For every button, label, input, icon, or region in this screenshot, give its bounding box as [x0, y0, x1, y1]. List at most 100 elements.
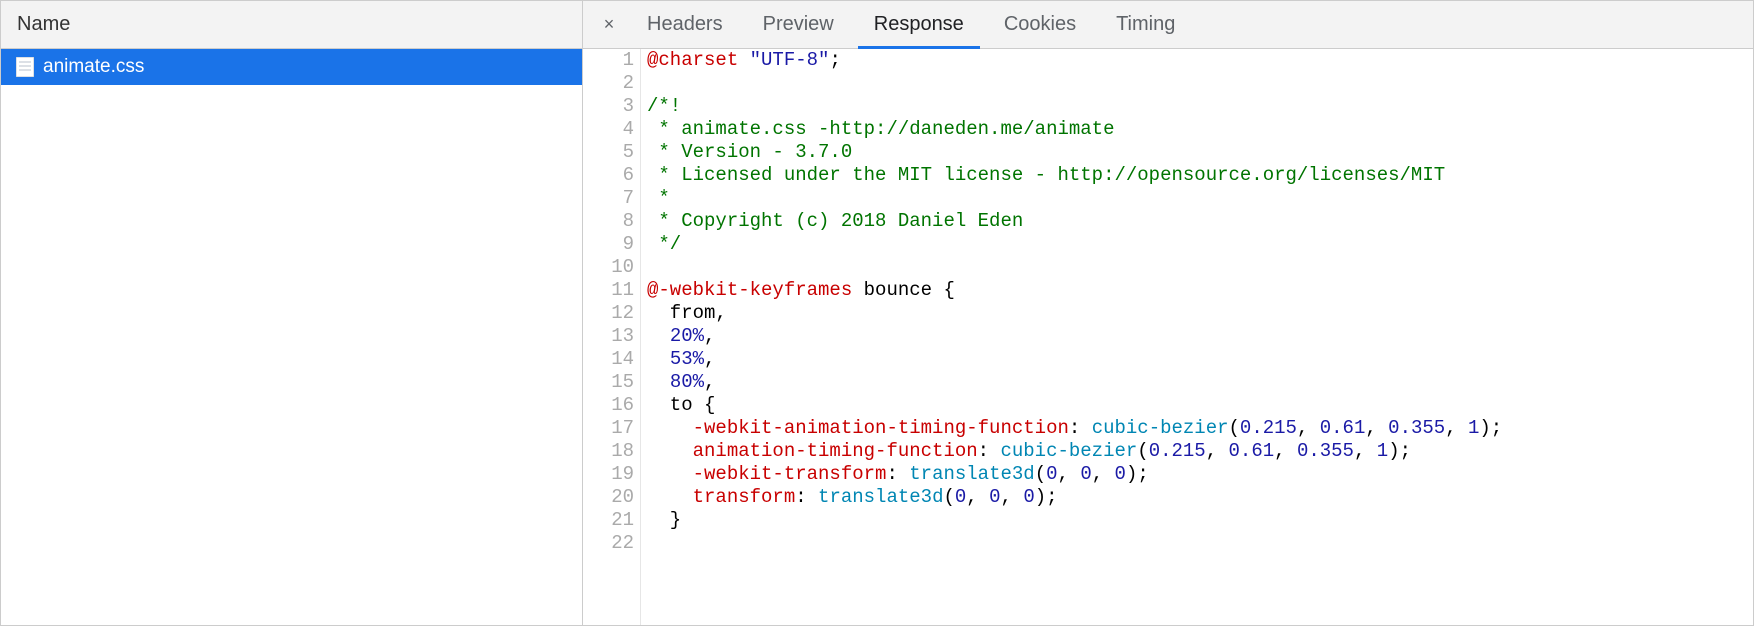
line-number: 6 — [583, 164, 634, 187]
code-token: ); — [1035, 486, 1058, 508]
code-token: "UTF-8" — [750, 49, 830, 71]
code-token: ); — [1479, 417, 1502, 439]
name-column-header[interactable]: Name — [1, 1, 582, 49]
close-icon[interactable]: × — [591, 1, 627, 48]
code-line: 80%, — [647, 371, 1502, 394]
code-token: 0 — [955, 486, 966, 508]
line-number: 11 — [583, 279, 634, 302]
code-token: 0.215 — [1240, 417, 1297, 439]
code-token — [738, 49, 749, 71]
tab-timing[interactable]: Timing — [1096, 1, 1195, 48]
code-token: , — [1206, 440, 1229, 462]
stylesheet-file-icon — [15, 57, 35, 77]
code-token: , — [1058, 463, 1081, 485]
code-token: ( — [943, 486, 954, 508]
code-token: from, — [647, 302, 727, 324]
code-token: , — [1354, 440, 1377, 462]
code-token: , — [1365, 417, 1388, 439]
line-number: 4 — [583, 118, 634, 141]
code-line: -webkit-animation-timing-function: cubic… — [647, 417, 1502, 440]
code-token: , — [1297, 417, 1320, 439]
code-token: , — [704, 348, 715, 370]
code-token: translate3d — [909, 463, 1034, 485]
code-line: * Licensed under the MIT license - http:… — [647, 164, 1502, 187]
code-token: bounce { — [852, 279, 955, 301]
tab-cookies[interactable]: Cookies — [984, 1, 1096, 48]
line-number: 22 — [583, 532, 634, 555]
code-token: transform — [693, 486, 796, 508]
code-token: ( — [1229, 417, 1240, 439]
code-line — [647, 72, 1502, 95]
code-token: @-webkit-keyframes — [647, 279, 852, 301]
code-token: translate3d — [818, 486, 943, 508]
code-token: -webkit-transform — [693, 463, 887, 485]
code-token: * Copyright (c) 2018 Daniel Eden — [647, 210, 1023, 232]
code-token: ( — [1035, 463, 1046, 485]
code-token: : — [978, 440, 1001, 462]
code-token: 53% — [670, 348, 704, 370]
code-token — [647, 417, 693, 439]
code-token: 80% — [670, 371, 704, 393]
response-code-area[interactable]: 12345678910111213141516171819202122 @cha… — [583, 49, 1753, 625]
code-token: * — [647, 187, 670, 209]
code-token: } — [647, 509, 681, 531]
line-number: 8 — [583, 210, 634, 233]
line-number: 3 — [583, 95, 634, 118]
line-number: 12 — [583, 302, 634, 325]
line-number: 16 — [583, 394, 634, 417]
code-token: cubic-bezier — [1000, 440, 1137, 462]
code-token: -webkit-animation-timing-function — [693, 417, 1069, 439]
code-line: * Copyright (c) 2018 Daniel Eden — [647, 210, 1502, 233]
line-number: 7 — [583, 187, 634, 210]
code-line: * Version - 3.7.0 — [647, 141, 1502, 164]
code-token: : — [1069, 417, 1092, 439]
code-token: , — [1001, 486, 1024, 508]
code-token: 0 — [989, 486, 1000, 508]
code-token: 0 — [1115, 463, 1126, 485]
code-token: animation-timing-function — [693, 440, 978, 462]
code-line — [647, 256, 1502, 279]
tab-headers[interactable]: Headers — [627, 1, 743, 48]
request-list-pane: Name animate.css — [1, 1, 583, 625]
code-line: to { — [647, 394, 1502, 417]
devtools-network-panel: Name animate.css × HeadersPreviewRespons… — [1, 1, 1753, 625]
code-line: @charset "UTF-8"; — [647, 49, 1502, 72]
code-token — [647, 440, 693, 462]
code-line: * — [647, 187, 1502, 210]
tab-response[interactable]: Response — [854, 1, 984, 48]
line-number: 1 — [583, 49, 634, 72]
code-line: * animate.css -http://daneden.me/animate — [647, 118, 1502, 141]
code-token: 0.355 — [1297, 440, 1354, 462]
line-number-gutter: 12345678910111213141516171819202122 — [583, 49, 641, 625]
code-line: */ — [647, 233, 1502, 256]
line-number: 9 — [583, 233, 634, 256]
detail-tabs-bar: × HeadersPreviewResponseCookiesTiming — [583, 1, 1753, 49]
code-line: /*! — [647, 95, 1502, 118]
code-token: 0 — [1023, 486, 1034, 508]
detail-pane: × HeadersPreviewResponseCookiesTiming 12… — [583, 1, 1753, 625]
code-token — [647, 463, 693, 485]
code-token: , — [1092, 463, 1115, 485]
request-row[interactable]: animate.css — [1, 49, 582, 85]
code-token: 0 — [1080, 463, 1091, 485]
tab-preview[interactable]: Preview — [743, 1, 854, 48]
line-number: 17 — [583, 417, 634, 440]
code-content[interactable]: @charset "UTF-8"; /*! * animate.css -htt… — [641, 49, 1502, 625]
code-line: animation-timing-function: cubic-bezier(… — [647, 440, 1502, 463]
code-token — [647, 348, 670, 370]
code-token: @charset — [647, 49, 738, 71]
line-number: 14 — [583, 348, 634, 371]
request-list: animate.css — [1, 49, 582, 85]
line-number: 5 — [583, 141, 634, 164]
code-token — [647, 486, 693, 508]
code-line: from, — [647, 302, 1502, 325]
code-token: , — [1274, 440, 1297, 462]
code-token: 0.355 — [1388, 417, 1445, 439]
code-token: 0.61 — [1320, 417, 1366, 439]
line-number: 15 — [583, 371, 634, 394]
code-token: to { — [647, 394, 715, 416]
code-line — [647, 532, 1502, 555]
line-number: 19 — [583, 463, 634, 486]
code-token: ); — [1126, 463, 1149, 485]
code-token: 0.215 — [1149, 440, 1206, 462]
